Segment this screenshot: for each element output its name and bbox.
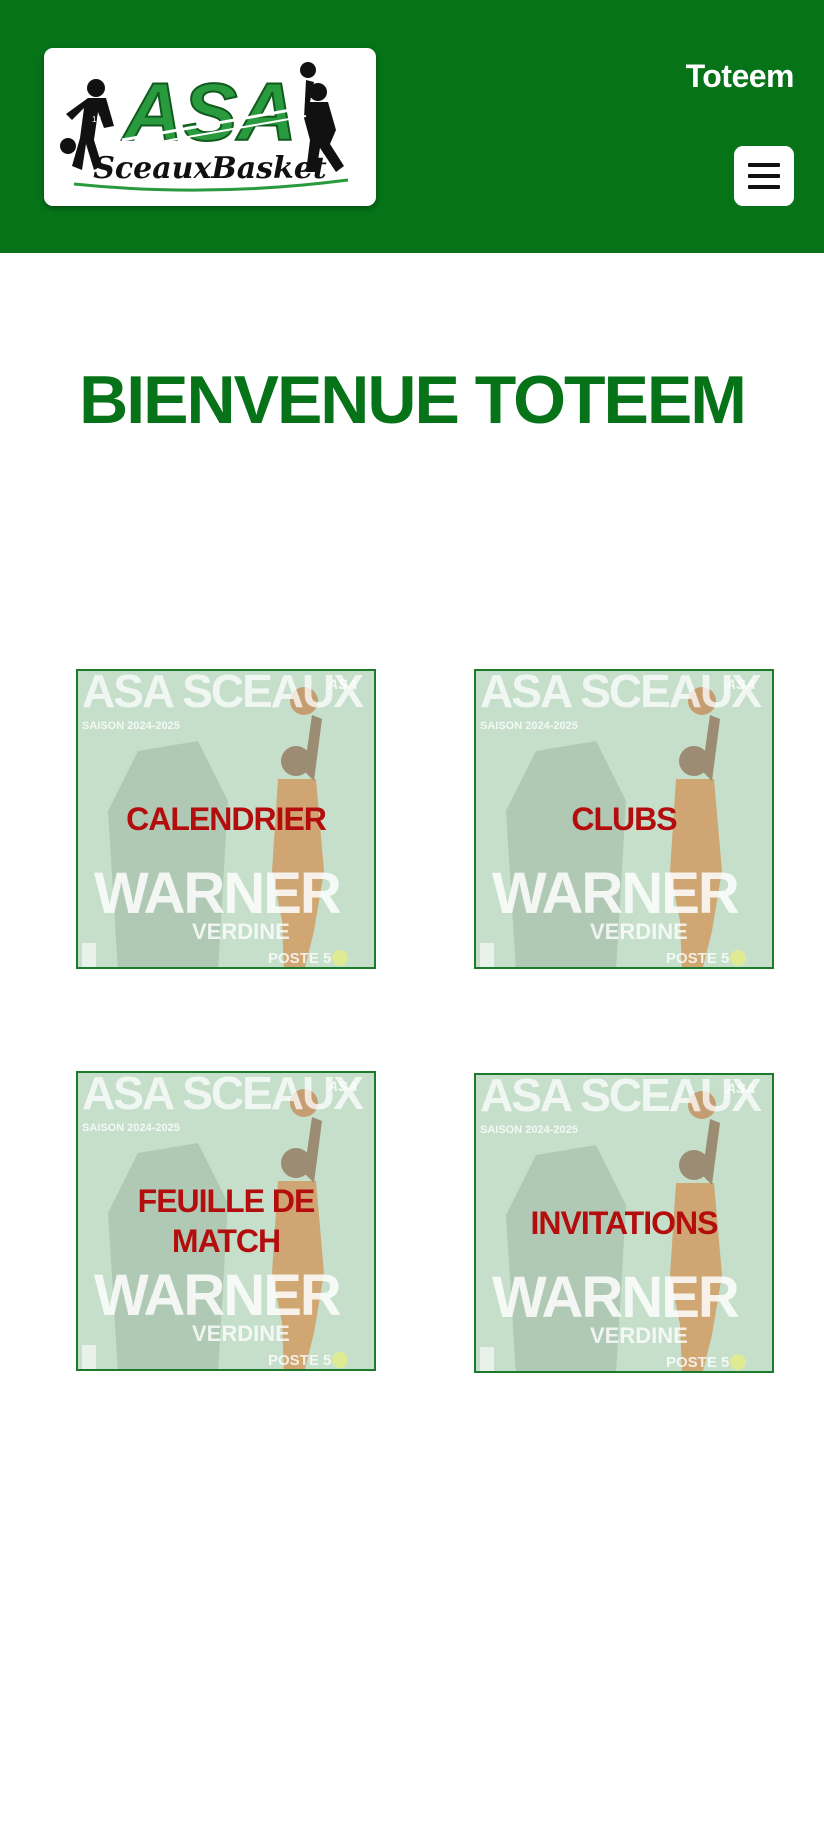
page-title: BIENVENUE TOTEEM <box>79 362 747 438</box>
asa-sceaux-basket-logo-image: 13 ASA SceauxBasket <box>60 62 349 192</box>
tile-label: FEUILLE DE MATCH <box>137 1183 316 1259</box>
tile-label: CALENDRIER <box>126 801 327 837</box>
tile-feuille-de-match[interactable]: ASA SCEAUX SAISON 2024-2025 ASA WARNER VERDI… <box>76 1071 376 1371</box>
logo-sceauxbasket-text: SceauxBasket <box>93 151 327 186</box>
menu-button[interactable] <box>734 146 794 206</box>
tile-clubs[interactable]: ASA SCEAUX SAISON 2024-2025 ASA WARNER VERDI… <box>474 669 774 969</box>
tile-invitations[interactable]: ASA SCEAUX SAISON 2024-2025 ASA WARNER VERDI… <box>474 1073 774 1373</box>
tile-label: CLUBS <box>571 801 677 837</box>
tile-label: INVITATIONS <box>530 1205 719 1241</box>
tile-calendrier[interactable]: ASA SCEAUX SAISON 2024-2025 ASA WARNER VERDI… <box>76 669 376 969</box>
app-header: 13 ASA SceauxBasket Toteem <box>0 0 824 253</box>
club-logo[interactable]: 13 ASA SceauxBasket <box>44 48 376 206</box>
user-name: Toteem <box>685 58 795 94</box>
svg-text:13: 13 <box>92 115 101 124</box>
